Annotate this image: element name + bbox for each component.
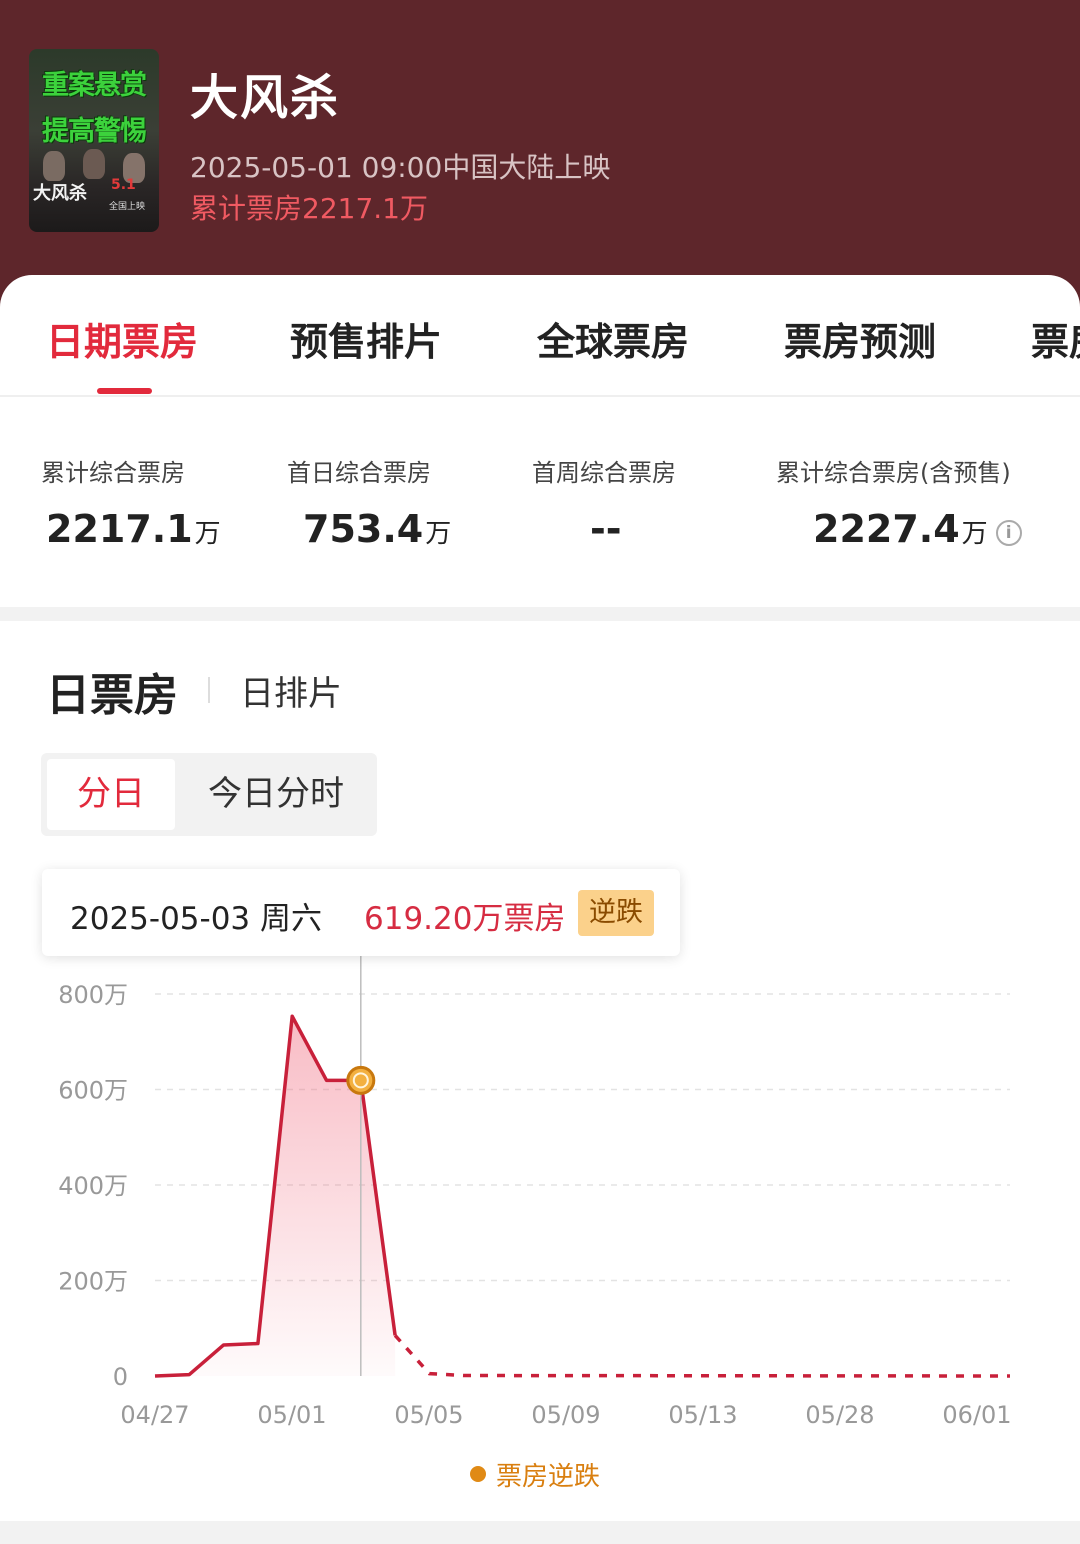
- y-tick-label: 800万: [58, 981, 128, 1009]
- movie-header: 重案悬赏 提高警惕 大风杀 5.1 全国上映 大风杀 2025-05-01 09…: [0, 0, 1080, 300]
- tab-forecast[interactable]: 票房预测: [784, 311, 936, 366]
- x-tick-label: 05/28: [805, 1401, 874, 1429]
- tab-more[interactable]: 票房: [1031, 311, 1080, 366]
- x-tick-label: 04/27: [120, 1401, 189, 1429]
- daily-box-office-chart[interactable]: 0 200万 400万 600万 800万 04/27 05/01 05/05 05/09 05/…: [0, 621, 1080, 1521]
- tab-global-box-office[interactable]: 全球票房: [537, 311, 689, 366]
- stat-value-total-presale: 2227.4万 i: [813, 507, 1022, 551]
- section-gap: [0, 607, 1080, 621]
- y-tick-label: 600万: [58, 1077, 128, 1105]
- movie-title: 大风杀: [190, 70, 341, 126]
- chart-legend[interactable]: 票房逆跌: [470, 1456, 600, 1493]
- highlight-point: [346, 1065, 376, 1095]
- stat-value-first-week: --: [590, 507, 622, 551]
- tooltip-value: 619.20万票房: [364, 901, 566, 937]
- y-tick-label: 0: [113, 1363, 128, 1391]
- legend-label: 票房逆跌: [496, 1462, 601, 1492]
- tooltip-date: 2025-05-03 周六: [70, 901, 323, 937]
- x-tick-label: 06/01: [942, 1401, 1011, 1429]
- tooltip-badge: 逆跌: [578, 890, 654, 936]
- chart-card: 日票房 日排片 分日 今日分时 0 200万 400万 600万 800万 04/27 05…: [0, 621, 1080, 1521]
- poster-subtitle: 全国上映: [109, 202, 146, 212]
- y-tick-label: 400万: [58, 1172, 128, 1200]
- x-tick-label: 05/01: [257, 1401, 326, 1429]
- legend-dot-icon: [470, 1466, 486, 1482]
- poster-line-1: 重案悬赏: [42, 70, 147, 101]
- x-tick-label: 05/05: [394, 1401, 463, 1429]
- active-tab-indicator: [97, 388, 152, 394]
- x-tick-label: 05/13: [668, 1401, 737, 1429]
- stat-label-total-presale: 累计综合票房(含预售): [776, 459, 1011, 487]
- y-tick-label: 200万: [58, 1268, 128, 1296]
- stat-label-first-day: 首日综合票房: [287, 459, 431, 487]
- stats-panel: 累计综合票房 2217.1万 首日综合票房 753.4万 首周综合票房 -- 累…: [0, 397, 1080, 607]
- x-tick-label: 05/09: [531, 1401, 600, 1429]
- poster-line-2: 提高警惕: [42, 116, 147, 147]
- poster-title: 大风杀: [33, 183, 87, 204]
- stat-label-total: 累计综合票房: [41, 459, 185, 487]
- release-info: 2025-05-01 09:00中国大陆上映: [190, 151, 611, 184]
- tab-presale-schedule[interactable]: 预售排片: [290, 311, 442, 366]
- chart-tooltip: 2025-05-03 周六 619.20万票房 逆跌: [42, 869, 680, 956]
- bottom-gap: [0, 1521, 1080, 1544]
- projected-line: [393, 1334, 1011, 1378]
- stat-label-first-week: 首周综合票房: [532, 459, 676, 487]
- stat-value-first-day: 753.4万: [303, 507, 452, 551]
- stat-value-total: 2217.1万: [46, 507, 221, 551]
- total-box-office: 累计票房2217.1万: [190, 192, 428, 225]
- tab-bar: 日期票房 预售排片 全球票房 票房预测 票房: [0, 275, 1080, 397]
- tab-daily-box-office[interactable]: 日期票房: [46, 311, 198, 366]
- movie-poster[interactable]: 重案悬赏 提高警惕 大风杀 5.1 全国上映: [29, 49, 159, 232]
- info-icon[interactable]: i: [995, 520, 1022, 546]
- poster-date: 5.1: [111, 177, 136, 193]
